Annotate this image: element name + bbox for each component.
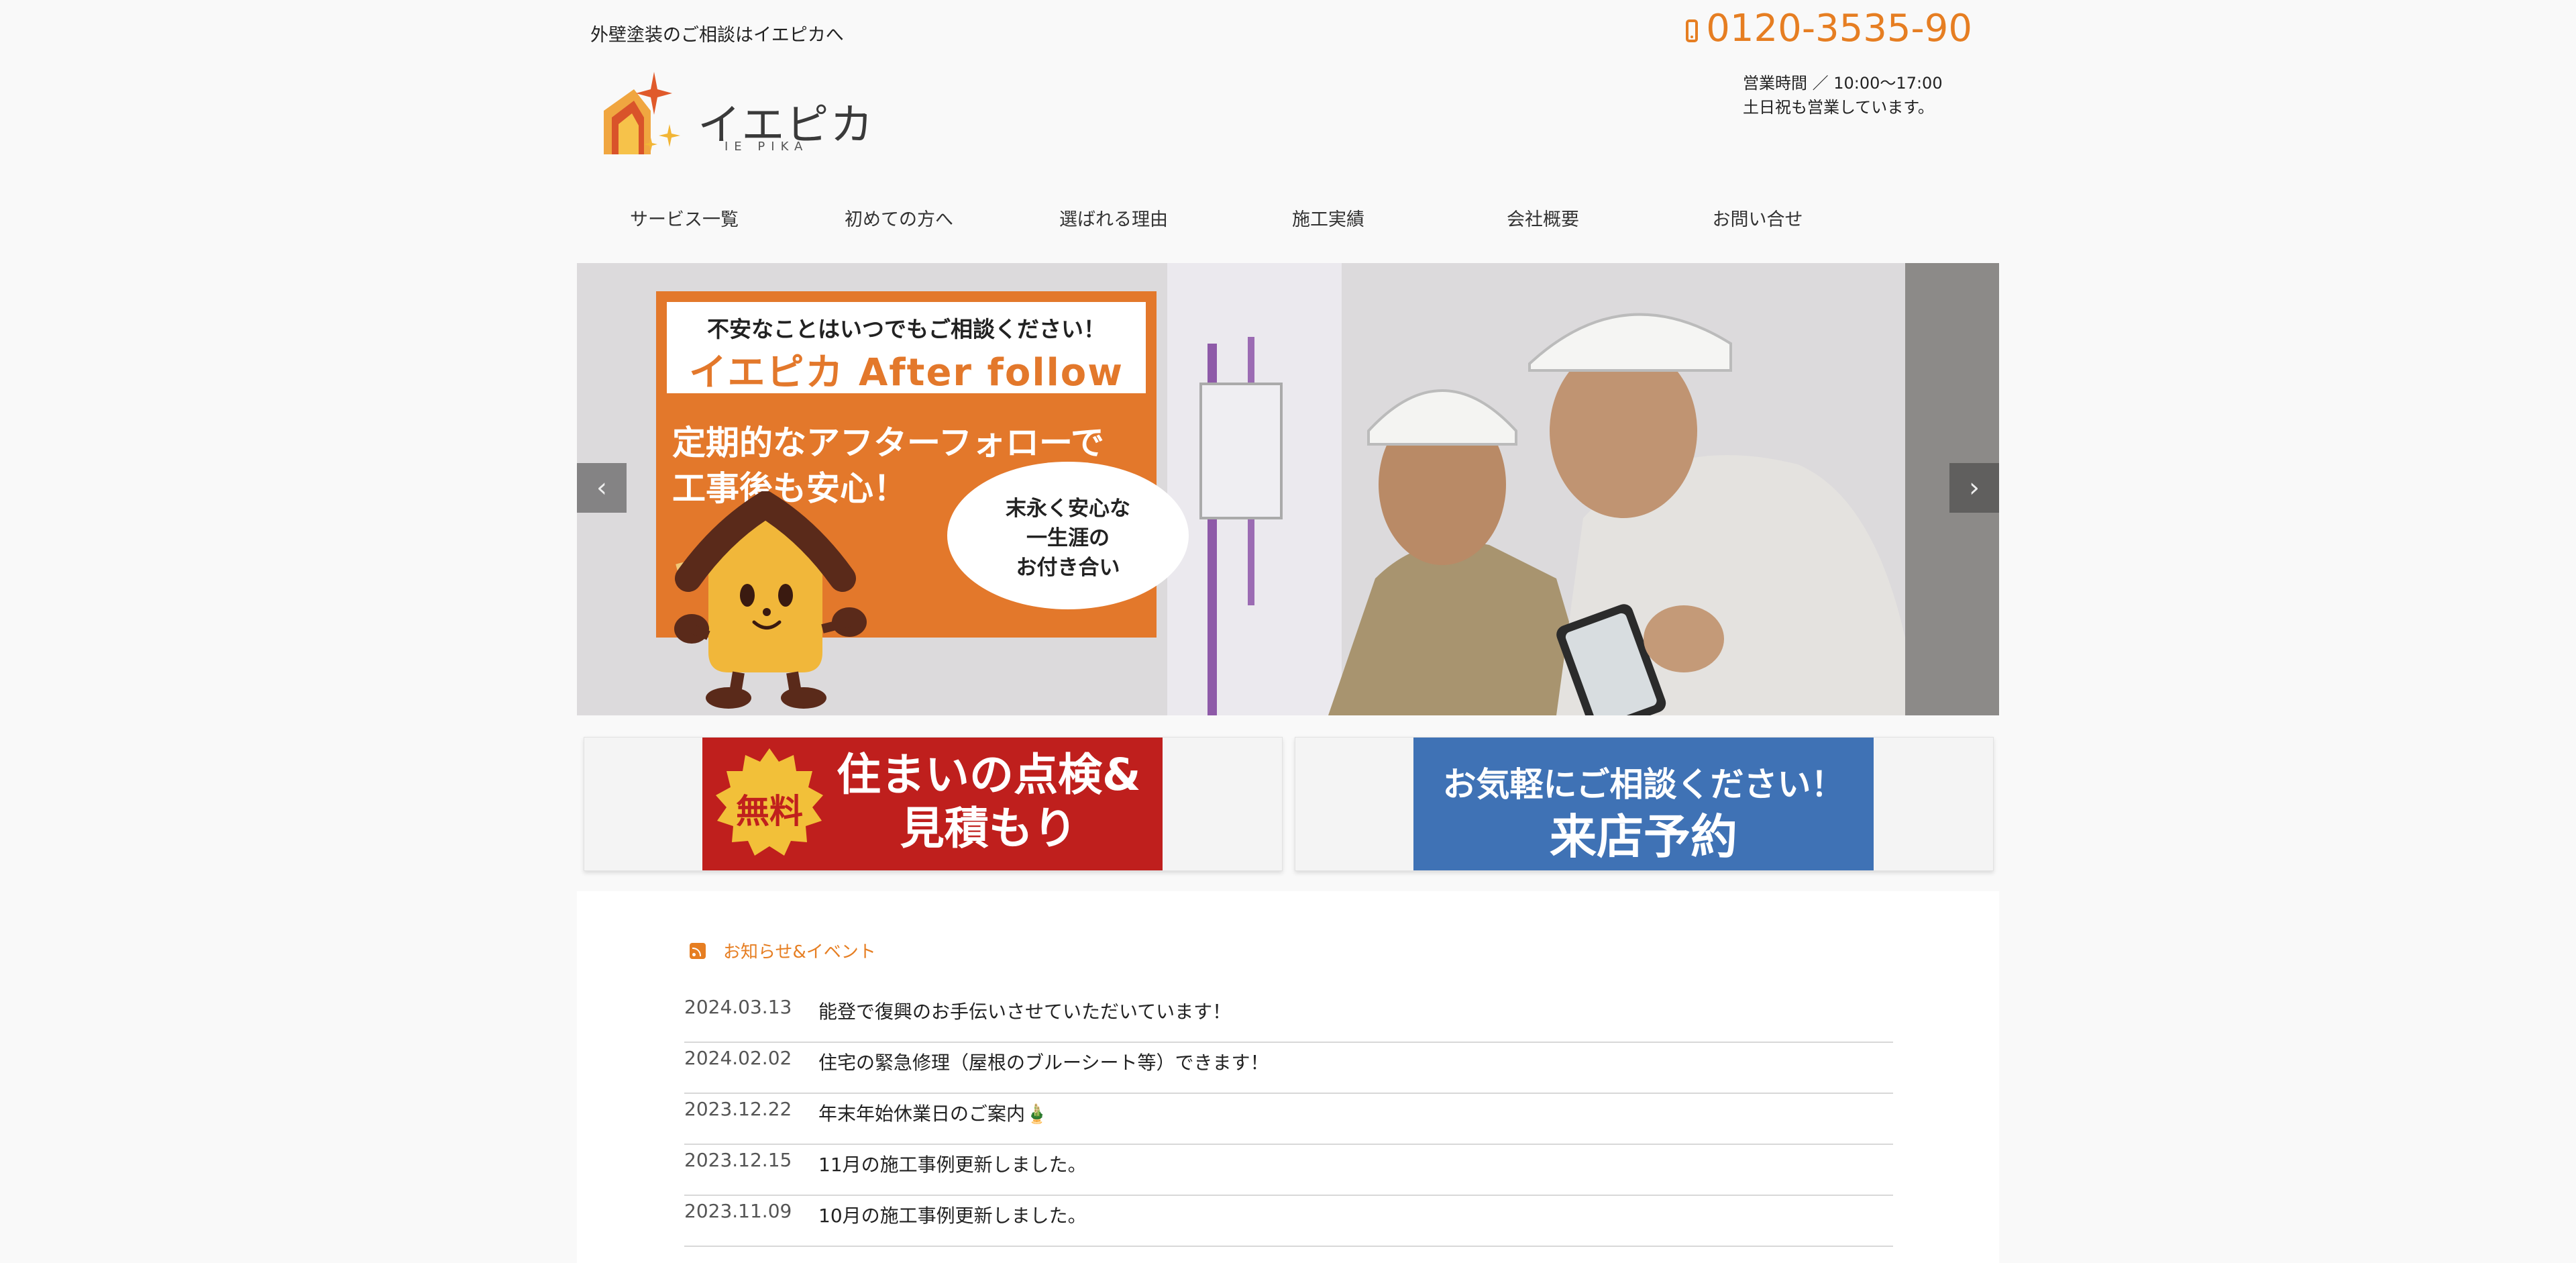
free-badge: 無料: [712, 746, 827, 861]
news-section: お知らせ&イベント 2024.03.13 能登で復興のお手伝いさせていただいてい…: [577, 891, 1999, 1263]
hours-line: 営業時間 ／ 10:00〜17:00: [1743, 74, 1943, 93]
store-reservation-banner[interactable]: お気軽にご相談ください！ 来店予約: [1413, 738, 1874, 870]
business-hours: 営業時間 ／ 10:00〜17:00 土日祝も営業しています。: [1743, 71, 1943, 119]
page-wrapper: 外壁塗装のご相談はイエピカへ イエピカ IE PIKA 0120-3535-90…: [577, 0, 1999, 1263]
holiday-line: 土日祝も営業しています。: [1743, 98, 1934, 117]
nav-item-services[interactable]: サービス一覧: [577, 205, 792, 231]
news-item[interactable]: 2024.02.02 住宅の緊急修理（屋根のブルーシート等）できます！: [684, 1043, 1893, 1094]
news-date: 2024.03.13: [684, 996, 792, 1018]
header-tagline: 外壁塗装のご相談はイエピカへ: [590, 25, 844, 46]
news-date: 2023.12.22: [684, 1098, 792, 1120]
news-heading-label: お知らせ&イベント: [723, 942, 876, 962]
slider-prev-button[interactable]: ‹: [577, 463, 627, 513]
news-item[interactable]: 2023.12.22 年末年始休業日のご案内🎍: [684, 1094, 1893, 1145]
hero-slider[interactable]: 不安なことはいつでもご相談ください！ イエピカ After follow 定期的…: [577, 263, 1999, 715]
news-heading[interactable]: お知らせ&イベント: [690, 938, 876, 963]
news-title[interactable]: 住宅の緊急修理（屋根のブルーシート等）できます！: [818, 1048, 1269, 1075]
inspection-line-2: 見積もり: [900, 803, 1077, 854]
nav-item-reasons[interactable]: 選ばれる理由: [1006, 205, 1221, 231]
logo-house-icon: [604, 72, 680, 154]
logo-subtext: IE PIKA: [724, 140, 809, 154]
phone-number-text: 0120-3535-90: [1706, 7, 1972, 50]
nav-item-works[interactable]: 施工実績: [1221, 205, 1436, 231]
promo-header-box: 不安なことはいつでもご相談ください！ イエピカ After follow: [667, 302, 1146, 395]
inspection-text: 住まいの点検& 見積もり: [837, 748, 1141, 856]
global-nav: サービス一覧 初めての方へ 選ばれる理由 施工実績 会社概要 お問い合せ: [577, 205, 1999, 242]
news-date: 2023.11.09: [684, 1200, 792, 1222]
news-date: 2024.02.02: [684, 1047, 792, 1069]
phone-icon: [1686, 19, 1699, 42]
bubble-line-1: 末永く安心な: [1006, 497, 1130, 521]
nav-item-contact[interactable]: お問い合せ: [1650, 205, 1865, 231]
news-list: 2024.03.13 能登で復興のお手伝いさせていただいています！ 2024.0…: [684, 992, 1893, 1247]
phone-number[interactable]: 0120-3535-90: [1686, 7, 1972, 50]
inspection-line-1: 住まいの点検&: [837, 749, 1141, 801]
speech-bubble: 末永く安心な 一生涯の お付き合い: [947, 462, 1189, 609]
consult-line-2: 来店予約: [1550, 809, 1737, 864]
promo-main-line-1: 定期的なアフターフォローで: [672, 423, 1104, 462]
rss-icon: [690, 942, 706, 959]
slider-next-button[interactable]: ›: [1949, 463, 1999, 513]
nav-item-company[interactable]: 会社概要: [1436, 205, 1650, 231]
news-title[interactable]: 11月の施工事例更新しました。: [818, 1150, 1087, 1177]
news-date: 2023.12.15: [684, 1149, 792, 1171]
site-logo[interactable]: イエピカ IE PIKA: [597, 70, 873, 164]
news-title[interactable]: 10月の施工事例更新しました。: [818, 1201, 1087, 1228]
consult-banner-card: お気軽にご相談ください！ 来店予約: [1295, 737, 1994, 871]
bubble-text: 末永く安心な 一生涯の お付き合い: [947, 494, 1189, 583]
promo-line-consult: 不安なことはいつでもご相談ください！: [707, 316, 1106, 342]
bubble-line-3: お付き合い: [1016, 556, 1120, 580]
free-inspection-banner[interactable]: 無料 住まいの点検& 見積もり: [702, 738, 1163, 870]
news-title[interactable]: 能登で復興のお手伝いさせていただいています！: [818, 997, 1231, 1024]
news-item[interactable]: 2023.12.15 11月の施工事例更新しました。: [684, 1145, 1893, 1196]
news-item[interactable]: 2024.03.13 能登で復興のお手伝いさせていただいています！: [684, 992, 1893, 1043]
house-mascot-icon: [674, 491, 867, 709]
news-item[interactable]: 2023.11.09 10月の施工事例更新しました。: [684, 1196, 1893, 1247]
news-title[interactable]: 年末年始休業日のご案内🎍: [818, 1099, 1049, 1126]
free-badge-text: 無料: [736, 792, 803, 831]
nav-item-first-time[interactable]: 初めての方へ: [792, 205, 1006, 231]
bubble-line-2: 一生涯の: [1026, 526, 1110, 550]
inspection-banner-card: 無料 住まいの点検& 見積もり: [584, 737, 1283, 871]
promo-line-afterfollow: イエピカ After follow: [689, 351, 1124, 395]
